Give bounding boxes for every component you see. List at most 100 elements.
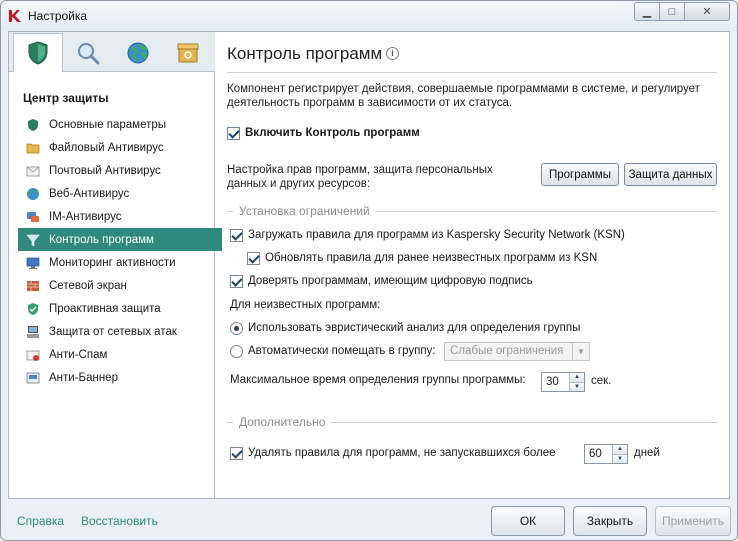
delete-days-spinner[interactable]: 60 ▲ ▼ — [584, 444, 628, 464]
programs-button[interactable]: Программы — [541, 163, 619, 186]
monitor-icon — [26, 256, 40, 270]
sidebar-item-anti-banner[interactable]: Анти-Баннер — [18, 366, 222, 389]
sidebar: Центр защиты Основные параметры Файловый… — [9, 32, 222, 498]
sidebar-item-proactive-defense[interactable]: Проактивная защита — [18, 297, 222, 320]
sidebar-item-label: Файловый Антивирус — [49, 141, 164, 154]
tab-settings[interactable] — [163, 34, 213, 72]
globe-icon — [127, 42, 149, 64]
heuristic-radio[interactable] — [230, 322, 243, 335]
firewall-icon — [26, 279, 40, 293]
sidebar-item-label: Основные параметры — [49, 118, 167, 131]
max-time-label: Максимальное время определения группы пр… — [230, 374, 526, 386]
tab-scan[interactable] — [63, 34, 113, 72]
info-icon[interactable]: i — [386, 47, 399, 60]
spinner-arrows[interactable]: ▲ ▼ — [612, 445, 627, 463]
maximize-icon: □ — [668, 5, 676, 18]
page-title: Контроль программ — [227, 44, 383, 63]
sidebar-item-file-antivirus[interactable]: Файловый Антивирус — [18, 136, 222, 159]
spinner-arrows[interactable]: ▲ ▼ — [569, 373, 584, 391]
spinner-up-icon[interactable]: ▲ — [569, 373, 584, 383]
window-controls: ▁ □ ✕ — [634, 2, 730, 21]
funnel-icon — [26, 233, 40, 247]
sidebar-title: Центр защиты — [23, 91, 109, 105]
additional-section-title: Дополнительно — [233, 415, 332, 429]
sidebar-item-label: Проактивная защита — [49, 302, 161, 315]
trust-signed-label: Доверять программам, имеющим цифровую по… — [248, 275, 533, 287]
enable-app-control-label: Включить Контроль программ — [245, 127, 420, 139]
sidebar-item-label: Анти-Спам — [49, 348, 108, 361]
ksn-update-label: Обновлять правила для ранее неизвестных … — [265, 252, 598, 264]
sidebar-item-label: Сетевой экран — [49, 279, 127, 292]
delete-rules-checkbox[interactable] — [230, 447, 243, 460]
network-icon — [26, 325, 40, 339]
heuristic-label: Использовать эвристический анализ для оп… — [248, 322, 581, 334]
sidebar-item-mail-antivirus[interactable]: Почтовый Антивирус — [18, 159, 222, 182]
ok-button[interactable]: ОК — [491, 506, 565, 536]
sidebar-item-web-antivirus[interactable]: Веб-Антивирус — [18, 182, 222, 205]
component-description: Компонент регистрирует действия, соверша… — [227, 83, 700, 109]
magnifier-icon — [78, 43, 100, 65]
shield-icon — [26, 118, 40, 132]
ksn-rules-checkbox[interactable] — [230, 229, 243, 242]
maximize-button[interactable]: □ — [660, 2, 685, 21]
sidebar-item-network-attack-blocker[interactable]: Защита от сетевых атак — [18, 320, 222, 343]
tab-protection[interactable] — [13, 33, 63, 72]
chat-icon — [26, 210, 40, 224]
spinner-down-icon[interactable]: ▼ — [612, 454, 627, 463]
sidebar-item-label: Защита от сетевых атак — [49, 325, 177, 338]
shield-icon — [28, 41, 48, 65]
max-time-value: 30 — [546, 376, 559, 388]
trust-signed-checkbox[interactable] — [230, 275, 243, 288]
sidebar-item-general[interactable]: Основные параметры — [18, 113, 222, 136]
title-divider — [227, 72, 717, 73]
kaspersky-logo-icon — [9, 10, 21, 22]
spinner-down-icon[interactable]: ▼ — [569, 382, 584, 391]
sidebar-item-firewall[interactable]: Сетевой экран — [18, 274, 222, 297]
max-time-spinner[interactable]: 30 ▲ ▼ — [541, 372, 585, 392]
close-dialog-button[interactable]: Закрыть — [573, 506, 647, 536]
title-bar: Настройка ▁ □ ✕ — [1, 1, 737, 31]
spinner-up-icon[interactable]: ▲ — [612, 445, 627, 455]
window-title: Настройка — [28, 9, 88, 23]
sidebar-item-label: Почтовый Антивирус — [49, 164, 161, 177]
sidebar-item-label: Мониторинг активности — [49, 256, 176, 269]
restore-link[interactable]: Восстановить — [81, 514, 158, 528]
settings-window: Настройка ▁ □ ✕ Центр защиты Основные па… — [0, 0, 738, 541]
sidebar-item-label: IM-Антивирус — [49, 210, 122, 223]
tab-update[interactable] — [113, 34, 163, 72]
max-time-unit: сек. — [591, 375, 612, 387]
auto-group-radio[interactable] — [230, 345, 243, 358]
minimize-icon: ▁ — [642, 6, 652, 18]
mail-icon — [26, 164, 40, 178]
apply-button[interactable]: Применить — [655, 506, 731, 536]
banner-icon — [26, 371, 40, 385]
close-button[interactable]: ✕ — [685, 2, 730, 21]
sidebar-item-anti-spam[interactable]: Анти-Спам — [18, 343, 222, 366]
sidebar-item-label: Веб-Антивирус — [49, 187, 130, 200]
sidebar-item-label: Анти-Баннер — [49, 371, 118, 384]
sidebar-item-im-antivirus[interactable]: IM-Антивирус — [18, 205, 222, 228]
box-icon — [177, 43, 199, 63]
unknown-programs-label: Для неизвестных программ: — [230, 299, 381, 311]
client-area: Центр защиты Основные параметры Файловый… — [8, 31, 730, 499]
main-panel: Контроль программ i Компонент регистриру… — [216, 32, 729, 498]
proactive-icon — [26, 302, 40, 316]
rights-description: Настройка прав программ, защита персонал… — [227, 164, 493, 190]
spam-icon — [26, 348, 40, 362]
folder-icon — [26, 141, 40, 155]
sidebar-list: Основные параметры Файловый Антивирус По… — [18, 113, 222, 389]
delete-days-unit: дней — [634, 447, 660, 459]
auto-group-select-value: Слабые ограничения — [450, 345, 564, 357]
chevron-down-icon: ▼ — [572, 343, 589, 360]
ksn-update-checkbox[interactable] — [247, 252, 260, 265]
data-protection-button[interactable]: Защита данных — [624, 163, 717, 186]
sidebar-item-application-control[interactable]: Контроль программ — [18, 228, 222, 251]
sidebar-item-activity-monitoring[interactable]: Мониторинг активности — [18, 251, 222, 274]
globe-icon — [26, 187, 40, 201]
sidebar-item-label: Контроль программ — [49, 233, 154, 246]
auto-group-select[interactable]: Слабые ограничения ▼ — [444, 342, 590, 361]
help-link[interactable]: Справка — [17, 514, 64, 528]
enable-app-control-checkbox[interactable] — [227, 127, 240, 140]
restrictions-section-title: Установка ограничений — [233, 204, 376, 218]
minimize-button[interactable]: ▁ — [634, 2, 660, 21]
